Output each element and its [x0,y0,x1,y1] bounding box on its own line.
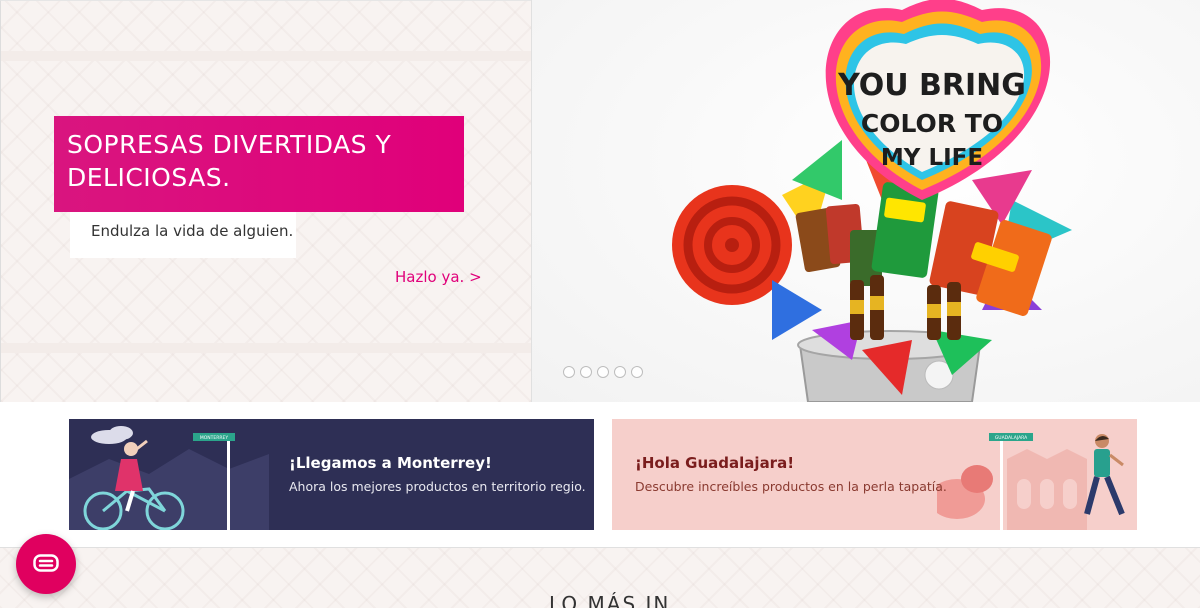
carousel-pagination [563,366,643,378]
promo-guadalajara[interactable]: GUADALAJARA ¡Hola Guadalajara! Descubre … [612,419,1137,530]
balloon-text: YOU BRING [837,68,1026,103]
gift-bouquet-illustration: YOU BRING COLOR TO MY LIFE [672,0,1072,402]
promo-description: Descubre increíbles productos en la perl… [635,479,947,494]
carousel-dot[interactable] [597,366,609,378]
street-sign: GUADALAJARA [995,435,1028,441]
hero-subtitle-box: Endulza la vida de alguien. [70,212,296,258]
hero-subtitle: Endulza la vida de alguien. [91,222,294,240]
walker-illustration: GUADALAJARA [937,433,1125,530]
hero-title-box: SOPRESAS DIVERTIDAS Y DELICIOSAS. [54,116,464,212]
chat-bubble-icon [33,554,59,572]
promo-monterrey[interactable]: MONTERREY ¡Llegamos a Monterrey! Ahora l… [69,419,594,530]
carousel-dot[interactable] [614,366,626,378]
carousel-dot[interactable] [580,366,592,378]
hero-cta-link[interactable]: Hazlo ya. > [395,268,482,286]
carousel-dot[interactable] [631,366,643,378]
carousel-dot[interactable] [563,366,575,378]
promo-description: Ahora los mejores productos en territori… [289,479,586,494]
pattern-band [1,51,532,61]
balloon-text: MY LIFE [881,145,983,171]
chat-button[interactable] [16,534,76,594]
promo-title: ¡Hola Guadalajara! [635,454,795,472]
hero-image[interactable]: YOU BRING COLOR TO MY LIFE [531,0,1200,402]
section-heading: LO MÁS IN [549,592,671,608]
hero-text-panel: SOPRESAS DIVERTIDAS Y DELICIOSAS. Endulz… [0,0,532,402]
promo-title: ¡Llegamos a Monterrey! [289,454,492,472]
hero-title: SOPRESAS DIVERTIDAS Y DELICIOSAS. [67,130,392,192]
cyclist-illustration: MONTERREY [69,426,269,530]
street-sign: MONTERREY [200,435,228,441]
hero-carousel: SOPRESAS DIVERTIDAS Y DELICIOSAS. Endulz… [0,0,1200,402]
pattern-band [1,343,532,353]
balloon-text: COLOR TO [861,109,1003,138]
